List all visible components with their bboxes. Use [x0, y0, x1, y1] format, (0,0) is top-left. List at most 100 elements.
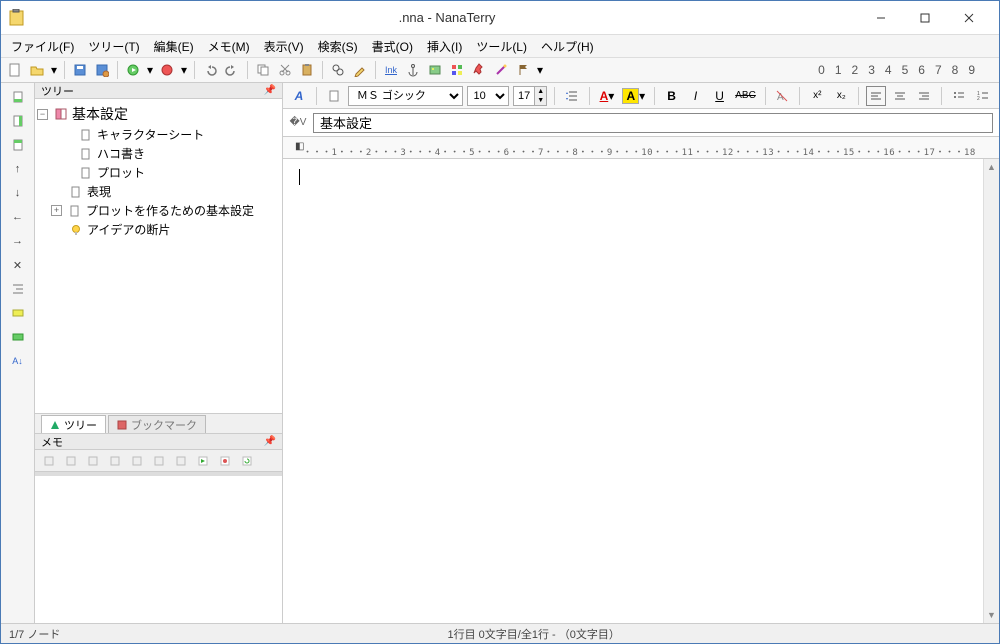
minimize-button[interactable] [859, 4, 903, 32]
superscript-button[interactable]: x² [807, 86, 827, 106]
tree-view[interactable]: − 基本設定 キャラクターシート ハコ書き プロット [35, 99, 282, 413]
tree-node-plot[interactable]: プロット [37, 163, 280, 182]
line-height-input[interactable] [514, 90, 534, 102]
menu-tool[interactable]: ツール(L) [470, 36, 533, 57]
scroll-up-icon[interactable]: ▲ [984, 159, 999, 175]
vbtn-indent-icon[interactable] [8, 279, 28, 299]
pencil-icon[interactable] [350, 60, 370, 80]
subscript-button[interactable]: x₂ [831, 86, 851, 106]
memo-body[interactable] [35, 472, 282, 623]
tab-tree[interactable]: ツリー [41, 415, 106, 433]
copy-icon[interactable] [253, 60, 273, 80]
tab-bookmark[interactable]: ブックマーク [108, 415, 206, 433]
pin-icon[interactable] [469, 60, 489, 80]
wand-icon[interactable] [491, 60, 511, 80]
memo-btn-7-icon[interactable] [171, 451, 191, 471]
anchor-icon[interactable] [403, 60, 423, 80]
dropdown-arrow-icon[interactable]: ▾ [145, 60, 155, 80]
menu-insert[interactable]: 挿入(I) [421, 36, 468, 57]
memo-stop-icon[interactable] [215, 451, 235, 471]
num-4[interactable]: 4 [885, 63, 892, 77]
vbtn-delete-icon[interactable]: ✕ [8, 255, 28, 275]
underline-button[interactable]: U [710, 86, 730, 106]
line-spacing-icon[interactable] [562, 86, 582, 106]
editor-textarea[interactable]: ▲ ▼ [283, 159, 999, 623]
memo-btn-3-icon[interactable] [83, 451, 103, 471]
vertical-scrollbar[interactable]: ▲ ▼ [983, 159, 999, 623]
memo-run-icon[interactable] [193, 451, 213, 471]
align-right-icon[interactable] [914, 86, 934, 106]
font-dialog-icon[interactable]: A [289, 86, 309, 106]
vbtn-up-icon[interactable]: ↑ [8, 159, 28, 179]
find-icon[interactable] [328, 60, 348, 80]
menu-search[interactable]: 検索(S) [312, 36, 364, 57]
vbtn-down-icon[interactable]: ↓ [8, 183, 28, 203]
number-list-icon[interactable]: 12 [973, 86, 993, 106]
vbtn-doc-bottom-icon[interactable] [8, 135, 28, 155]
bullet-list-icon[interactable] [949, 86, 969, 106]
open-file-icon[interactable] [27, 60, 47, 80]
maximize-button[interactable] [903, 4, 947, 32]
stop-icon[interactable] [157, 60, 177, 80]
bold-button[interactable]: B [662, 86, 682, 106]
expand-icon[interactable]: + [51, 205, 62, 216]
align-center-icon[interactable] [890, 86, 910, 106]
num-7[interactable]: 7 [935, 63, 942, 77]
vbtn-doc-right-icon[interactable] [8, 111, 28, 131]
pin-icon[interactable]: 📌 [264, 436, 276, 447]
menu-help[interactable]: ヘルプ(H) [535, 36, 600, 57]
num-9[interactable]: 9 [968, 63, 975, 77]
tree-node-box[interactable]: ハコ書き [37, 144, 280, 163]
font-size-select[interactable]: 10 [467, 86, 510, 106]
num-5[interactable]: 5 [902, 63, 909, 77]
title-dropdown-icon[interactable]: �V [289, 114, 307, 132]
memo-btn-1-icon[interactable] [39, 451, 59, 471]
collapse-icon[interactable]: − [37, 109, 48, 120]
menu-file[interactable]: ファイル(F) [5, 36, 80, 57]
new-file-icon[interactable] [5, 60, 25, 80]
num-3[interactable]: 3 [868, 63, 875, 77]
vbtn-right-icon[interactable]: → [8, 231, 28, 251]
cut-icon[interactable] [275, 60, 295, 80]
tree-node-plotbase[interactable]: + プロットを作るための基本設定 [37, 201, 280, 220]
memo-refresh-icon[interactable] [237, 451, 257, 471]
tree-node-expr[interactable]: 表現 [37, 182, 280, 201]
dropdown-arrow-icon[interactable]: ▾ [49, 60, 59, 80]
num-1[interactable]: 1 [835, 63, 842, 77]
close-button[interactable] [947, 4, 991, 32]
flag-icon[interactable] [513, 60, 533, 80]
num-8[interactable]: 8 [952, 63, 959, 77]
tree-node-char[interactable]: キャラクターシート [37, 125, 280, 144]
image-icon[interactable] [425, 60, 445, 80]
ruler[interactable]: ◧ ・・・1・・・2・・・3・・・4・・・5・・・6・・・7・・・8・・・9・・… [283, 137, 999, 159]
dropdown-arrow-icon[interactable]: ▾ [535, 60, 545, 80]
tree-node-idea[interactable]: アイデアの断片 [37, 220, 280, 239]
num-0[interactable]: 0 [818, 63, 825, 77]
vbtn-sort-icon[interactable]: A↓ [8, 351, 28, 371]
clear-format-icon[interactable]: A [772, 86, 792, 106]
menu-format[interactable]: 書式(O) [366, 36, 419, 57]
align-left-icon[interactable] [866, 86, 886, 106]
memo-btn-6-icon[interactable] [149, 451, 169, 471]
redo-icon[interactable] [222, 60, 242, 80]
font-color-button[interactable]: A▾ [597, 86, 617, 106]
font-family-select[interactable]: ＭＳ ゴシック [348, 86, 463, 106]
highlight-color-button[interactable]: A▾ [621, 86, 647, 106]
page-setup-icon[interactable] [324, 86, 344, 106]
node-title-input[interactable] [313, 113, 993, 133]
scroll-down-icon[interactable]: ▼ [984, 607, 999, 623]
tree-node-root[interactable]: − 基本設定 [37, 103, 280, 125]
memo-btn-5-icon[interactable] [127, 451, 147, 471]
paste-icon[interactable] [297, 60, 317, 80]
memo-btn-2-icon[interactable] [61, 451, 81, 471]
save-special-icon[interactable] [92, 60, 112, 80]
ruler-marker-icon[interactable]: ◧ [295, 141, 305, 152]
memo-btn-4-icon[interactable] [105, 451, 125, 471]
num-6[interactable]: 6 [918, 63, 925, 77]
undo-icon[interactable] [200, 60, 220, 80]
vbtn-left-icon[interactable]: ← [8, 207, 28, 227]
palette-icon[interactable] [447, 60, 467, 80]
menu-tree[interactable]: ツリー(T) [82, 36, 145, 57]
save-icon[interactable] [70, 60, 90, 80]
menu-edit[interactable]: 編集(E) [148, 36, 200, 57]
